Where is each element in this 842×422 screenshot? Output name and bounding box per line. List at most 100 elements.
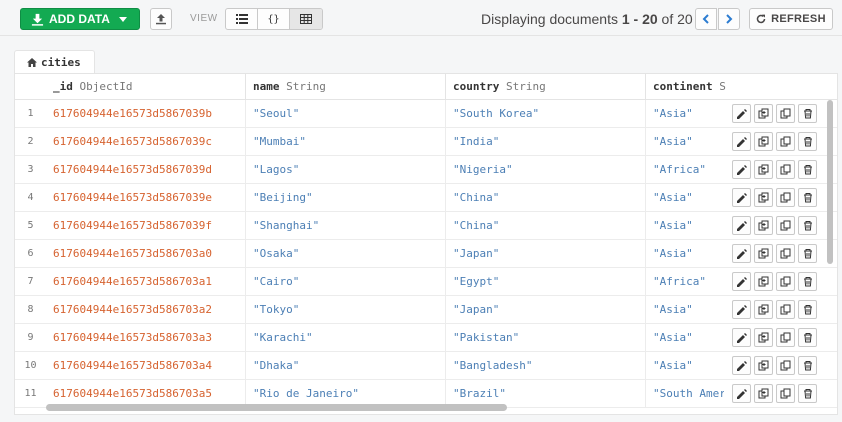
delete-document-button[interactable]: [798, 328, 817, 347]
edit-document-button[interactable]: [732, 132, 751, 151]
table-row[interactable]: 7 617604944e16573d586703a1 "Cairo" "Egypt" "…: [15, 268, 837, 296]
edit-document-button[interactable]: [732, 244, 751, 263]
clone-document-button[interactable]: [776, 300, 795, 319]
country-cell[interactable]: "Nigeria": [446, 156, 646, 184]
table-row[interactable]: 10 617604944e16573d586703a4 "Dhaka" "Bangla…: [15, 352, 837, 380]
list-view-button[interactable]: [226, 9, 258, 29]
continent-cell[interactable]: "Africa": [646, 268, 724, 296]
continent-cell[interactable]: "Asia": [646, 296, 724, 324]
edit-document-button[interactable]: [732, 272, 751, 291]
id-cell[interactable]: 617604944e16573d5867039e: [46, 184, 246, 212]
table-row[interactable]: 1 617604944e16573d5867039b "Seoul" "South K…: [15, 100, 837, 128]
id-cell[interactable]: 617604944e16573d586703a4: [46, 352, 246, 380]
table-row[interactable]: 9 617604944e16573d586703a3 "Karachi" "Pakis…: [15, 324, 837, 352]
clone-document-button[interactable]: [776, 104, 795, 123]
clone-document-button[interactable]: [776, 216, 795, 235]
edit-document-button[interactable]: [732, 384, 751, 403]
id-cell[interactable]: 617604944e16573d5867039b: [46, 100, 246, 128]
table-view-button[interactable]: [290, 9, 322, 29]
clone-document-button[interactable]: [776, 328, 795, 347]
continent-cell[interactable]: "Asia": [646, 240, 724, 268]
table-row[interactable]: 2 617604944e16573d5867039c "Mumbai" "India"…: [15, 128, 837, 156]
delete-document-button[interactable]: [798, 244, 817, 263]
collection-tab[interactable]: cities: [14, 50, 95, 74]
continent-cell[interactable]: "South Amer: [646, 380, 724, 408]
edit-document-button[interactable]: [732, 104, 751, 123]
name-cell[interactable]: "Seoul": [246, 100, 446, 128]
delete-document-button[interactable]: [798, 160, 817, 179]
country-cell[interactable]: "China": [446, 212, 646, 240]
edit-document-button[interactable]: [732, 356, 751, 375]
edit-document-button[interactable]: [732, 328, 751, 347]
copy-document-button[interactable]: [754, 384, 773, 403]
edit-document-button[interactable]: [732, 300, 751, 319]
delete-document-button[interactable]: [798, 132, 817, 151]
country-cell[interactable]: "China": [446, 184, 646, 212]
continent-cell[interactable]: "Asia": [646, 100, 724, 128]
name-cell[interactable]: "Beijing": [246, 184, 446, 212]
table-row[interactable]: 6 617604944e16573d586703a0 "Osaka" "Japan" "…: [15, 240, 837, 268]
copy-document-button[interactable]: [754, 104, 773, 123]
name-cell[interactable]: "Osaka": [246, 240, 446, 268]
delete-document-button[interactable]: [798, 216, 817, 235]
column-header-continent[interactable]: continent S: [646, 74, 726, 100]
id-cell[interactable]: 617604944e16573d5867039f: [46, 212, 246, 240]
clone-document-button[interactable]: [776, 132, 795, 151]
name-cell[interactable]: "Dhaka": [246, 352, 446, 380]
copy-document-button[interactable]: [754, 132, 773, 151]
column-header-name[interactable]: name String: [246, 74, 446, 100]
clone-document-button[interactable]: [776, 384, 795, 403]
table-row[interactable]: 4 617604944e16573d5867039e "Beijing" "China…: [15, 184, 837, 212]
name-cell[interactable]: "Lagos": [246, 156, 446, 184]
name-cell[interactable]: "Karachi": [246, 324, 446, 352]
country-cell[interactable]: "Egypt": [446, 268, 646, 296]
add-data-button[interactable]: ADD DATA: [20, 8, 140, 30]
country-cell[interactable]: "South Korea": [446, 100, 646, 128]
copy-document-button[interactable]: [754, 272, 773, 291]
copy-document-button[interactable]: [754, 244, 773, 263]
country-cell[interactable]: "Bangladesh": [446, 352, 646, 380]
delete-document-button[interactable]: [798, 300, 817, 319]
horizontal-scrollbar[interactable]: [46, 404, 507, 411]
delete-document-button[interactable]: [798, 272, 817, 291]
column-header-country[interactable]: country String: [446, 74, 646, 100]
country-cell[interactable]: "Pakistan": [446, 324, 646, 352]
edit-document-button[interactable]: [732, 160, 751, 179]
vertical-scrollbar[interactable]: [827, 100, 833, 264]
name-cell[interactable]: "Mumbai": [246, 128, 446, 156]
delete-document-button[interactable]: [798, 356, 817, 375]
name-cell[interactable]: "Cairo": [246, 268, 446, 296]
clone-document-button[interactable]: [776, 160, 795, 179]
column-header-id[interactable]: _id ObjectId: [46, 74, 246, 100]
table-row[interactable]: 3 617604944e16573d5867039d "Lagos" "Nigeria…: [15, 156, 837, 184]
id-cell[interactable]: 617604944e16573d5867039d: [46, 156, 246, 184]
copy-document-button[interactable]: [754, 300, 773, 319]
name-cell[interactable]: "Shanghai": [246, 212, 446, 240]
id-cell[interactable]: 617604944e16573d586703a1: [46, 268, 246, 296]
edit-document-button[interactable]: [732, 216, 751, 235]
id-cell[interactable]: 617604944e16573d586703a3: [46, 324, 246, 352]
table-row[interactable]: 5 617604944e16573d5867039f "Shanghai" "Chin…: [15, 212, 837, 240]
id-cell[interactable]: 617604944e16573d586703a2: [46, 296, 246, 324]
continent-cell[interactable]: "Asia": [646, 212, 724, 240]
copy-document-button[interactable]: [754, 188, 773, 207]
copy-document-button[interactable]: [754, 216, 773, 235]
copy-document-button[interactable]: [754, 160, 773, 179]
clone-document-button[interactable]: [776, 356, 795, 375]
previous-page-button[interactable]: [695, 8, 717, 30]
id-cell[interactable]: 617604944e16573d586703a0: [46, 240, 246, 268]
export-button[interactable]: [150, 8, 172, 30]
continent-cell[interactable]: "Asia": [646, 128, 724, 156]
continent-cell[interactable]: "Asia": [646, 184, 724, 212]
country-cell[interactable]: "Japan": [446, 240, 646, 268]
country-cell[interactable]: "Japan": [446, 296, 646, 324]
name-cell[interactable]: "Tokyo": [246, 296, 446, 324]
copy-document-button[interactable]: [754, 356, 773, 375]
clone-document-button[interactable]: [776, 272, 795, 291]
delete-document-button[interactable]: [798, 188, 817, 207]
next-page-button[interactable]: [718, 8, 740, 30]
delete-document-button[interactable]: [798, 384, 817, 403]
id-cell[interactable]: 617604944e16573d5867039c: [46, 128, 246, 156]
refresh-button[interactable]: REFRESH: [749, 8, 833, 30]
continent-cell[interactable]: "Africa": [646, 156, 724, 184]
